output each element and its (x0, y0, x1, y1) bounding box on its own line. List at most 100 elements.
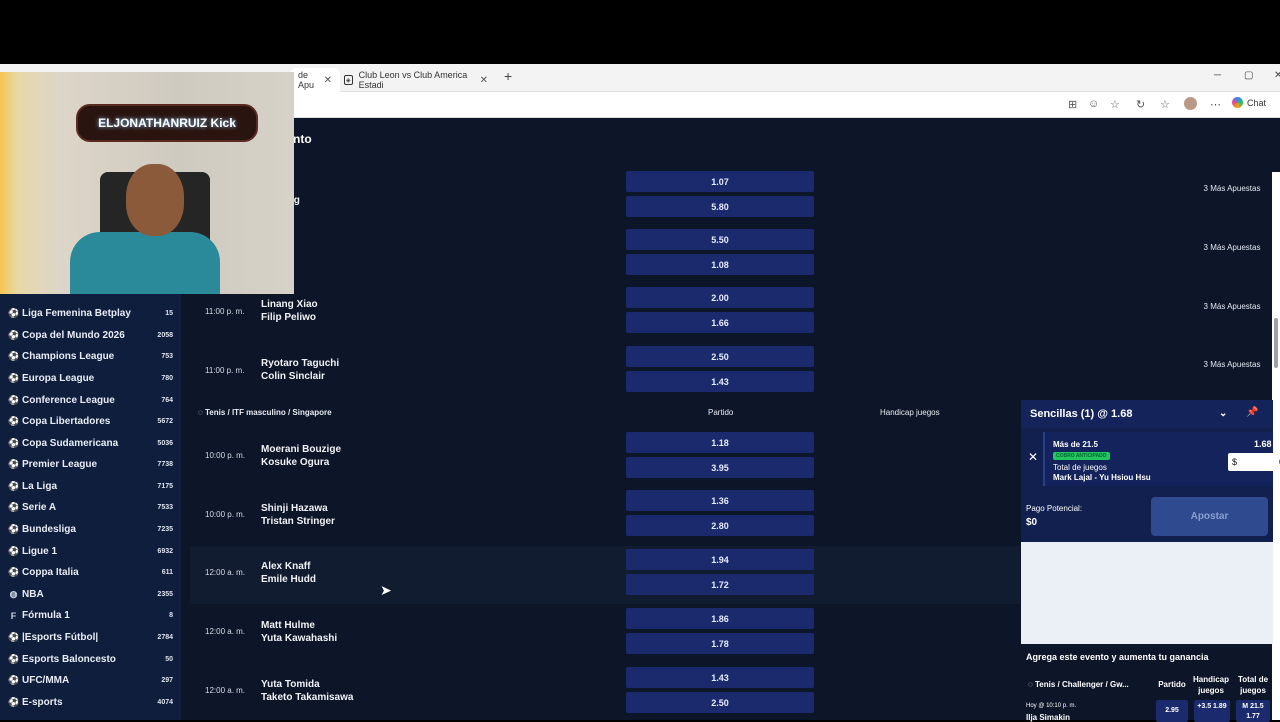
sidebar-item-conference[interactable]: ⚽ Conference League 764 (8, 390, 173, 411)
place-bet-button[interactable]: Apostar (1151, 497, 1268, 536)
tennis-icon: ◌ (198, 408, 205, 417)
odd-button[interactable]: 1.66 (626, 312, 814, 333)
section-title: nto (293, 132, 312, 146)
sidebar-item-count: 7533 (157, 504, 173, 511)
promo-col-partido: Partido (1158, 680, 1186, 689)
odd-button[interactable]: 2.50 (626, 346, 814, 367)
maximize-icon[interactable]: ▢ (1244, 70, 1253, 81)
sidebar-item-la-liga[interactable]: ⚽ La Liga 7175 (8, 476, 173, 497)
favorites-icon[interactable]: ☆ (1160, 98, 1170, 111)
sidebar-item-count: 15 (165, 310, 173, 317)
promo-odd-button[interactable]: M 21.5 1.77 (1236, 700, 1270, 722)
more-icon[interactable]: ⋯ (1210, 98, 1221, 111)
minimize-icon[interactable]: ─ (1214, 70, 1221, 81)
close-tab-icon[interactable]: ✕ (324, 75, 332, 86)
odd-button[interactable]: 1.86 (626, 608, 814, 629)
odd-button[interactable]: 1.94 (626, 549, 814, 570)
sidebar-item-libertadores[interactable]: ⚽ Copa Libertadores 5672 (8, 411, 173, 432)
odd-button[interactable]: 1.08 (626, 254, 814, 275)
sidebar-item-esports-baloncesto[interactable]: ⚽ Esports Baloncesto 50 (8, 649, 173, 670)
app-grid-icon[interactable]: ⊞ (1068, 98, 1077, 111)
pin-icon[interactable]: 📌 (1246, 407, 1258, 418)
sidebar-item-serie-a[interactable]: ⚽ Serie A 7533 (8, 497, 173, 518)
soccer-ball-icon: ⚽ (8, 502, 20, 512)
emoji-icon[interactable]: ☺ (1088, 98, 1099, 110)
cashout-badge: COBRO ANTICIPADO (1053, 452, 1110, 460)
odd-button[interactable]: 2.80 (626, 515, 814, 536)
soccer-ball-icon: ⚽ (8, 459, 20, 469)
sidebar-item-copa-mundo[interactable]: ⚽ Copa del Mundo 2026 2058 (8, 325, 173, 346)
soccer-ball-icon: ⚽ (8, 567, 20, 577)
sidebar-item-premier[interactable]: ⚽ Premier League 7738 (8, 454, 173, 475)
odd-button[interactable]: 1.72 (626, 574, 814, 595)
tab-club-leon[interactable]: ◈ Club Leon vs Club America Estadi ✕ (336, 68, 496, 92)
sidebar-item-e-sports[interactable]: ⚽ E-sports 4074 (8, 692, 173, 713)
chevron-down-icon[interactable]: ⌄ (1219, 408, 1227, 419)
more-bets-link[interactable]: 3 Más Apuestas (1200, 302, 1264, 312)
promo-odd-button[interactable]: +3.5 1.89 (1194, 700, 1230, 722)
sidebar-item-bundesliga[interactable]: ⚽ Bundesliga 7235 (8, 519, 173, 540)
refresh-icon[interactable]: ↻ (1136, 98, 1145, 111)
odd-button[interactable]: 1.43 (626, 667, 814, 688)
sidebar-item-label: Esports Baloncesto (22, 654, 116, 665)
sidebar-item-esports-futbol[interactable]: ⚽ |Esports Fútbol| 2784 (8, 627, 173, 648)
sidebar-item-count: 2355 (157, 591, 173, 598)
odd-button[interactable]: 1.43 (626, 371, 814, 392)
more-bets-link[interactable]: 3 Más Apuestas (1200, 184, 1264, 194)
page-scrollbar[interactable] (1272, 172, 1280, 720)
match-time: 12:00 a. m. (205, 627, 246, 636)
sidebar-item-europa[interactable]: ⚽ Europa League 780 (8, 368, 173, 389)
sidebar-item-label: La Liga (22, 481, 58, 492)
bet-slip-header[interactable]: Sencillas (1) @ 1.68 ⌄ 📌 (1021, 400, 1273, 428)
sidebar-item-ufc-mma[interactable]: ⚽ UFC/MMA 297 (8, 670, 173, 691)
sidebar-item-label: Copa Libertadores (22, 416, 111, 427)
sidebar-item-ligue-1[interactable]: ⚽ Ligue 1 6932 (8, 541, 173, 562)
player-1: Ryotaro Taguchi (261, 358, 340, 369)
sidebar-item-nba[interactable]: ◍ NBA 2355 (8, 584, 173, 605)
stake-input[interactable]: $ 0 (1228, 453, 1280, 471)
odd-button[interactable]: 2.50 (626, 692, 814, 713)
close-tab-icon[interactable]: ✕ (480, 75, 488, 86)
bet-slip-title: Sencillas (1) @ 1.68 (1030, 408, 1133, 420)
odd-button[interactable]: 1.78 (626, 633, 814, 654)
sidebar-item-count: 4074 (157, 699, 173, 706)
odd-button[interactable]: 3.95 (626, 457, 814, 478)
new-tab-button[interactable]: + (504, 68, 512, 84)
tab-label: de Apu (298, 70, 315, 90)
odd-button[interactable]: 5.80 (626, 196, 814, 217)
promo-category[interactable]: ◌ Tenis / Challenger / Gw... (1028, 679, 1129, 690)
odd-button[interactable]: 1.07 (626, 171, 814, 192)
sidebar-item-formula-1[interactable]: F Fórmula 1 8 (8, 605, 173, 626)
chat-button[interactable]: Chat (1232, 97, 1266, 108)
sidebar-item-champions[interactable]: ⚽ Champions League 753 (8, 346, 173, 367)
odd-button[interactable]: 1.18 (626, 432, 814, 453)
column-header-handicap: Handicap juegos (880, 408, 940, 417)
scrollbar-thumb[interactable] (1274, 318, 1278, 368)
sidebar-item-count: 780 (161, 375, 173, 382)
close-window-icon[interactable]: ✕ (1274, 70, 1280, 81)
soccer-ball-icon: ⚽ (8, 697, 20, 707)
odd-button[interactable]: 1.36 (626, 490, 814, 511)
sidebar-item-count: 764 (161, 397, 173, 404)
sidebar-item-sudamericana[interactable]: ⚽ Copa Sudamericana 5036 (8, 433, 173, 454)
video-top-bar (0, 0, 1280, 64)
odd-button[interactable]: 2.00 (626, 287, 814, 308)
category-title[interactable]: ◌ Tenis / ITF masculino / Singapore (198, 408, 332, 417)
odd-button[interactable]: 5.50 (626, 229, 814, 250)
player-1: Moerani Bouzige (261, 444, 342, 455)
promo-match-time: Hoy @ 10:10 p. m. (1026, 703, 1077, 709)
promo-odd-button[interactable]: 2.95 (1156, 700, 1188, 722)
match-row: 12:00 a. m. Matt Hulme Yuta Kawahashi (190, 606, 1020, 664)
neon-sign: ELJONATHANRUIZ Kick (76, 104, 258, 142)
sidebar-item-coppa-italia[interactable]: ⚽ Coppa Italia 611 (8, 562, 173, 583)
bet-slip-body: ✕ Más de 21.5 COBRO ANTICIPADO Total de … (1021, 428, 1280, 542)
sidebar-item-liga-femenina[interactable]: ⚽ Liga Femenina Betplay 15 (8, 303, 173, 324)
remove-bet-icon[interactable]: ✕ (1028, 450, 1038, 464)
tab-active[interactable]: de Apu ✕ (290, 68, 340, 92)
more-bets-link[interactable]: 3 Más Apuestas (1200, 243, 1264, 253)
copilot-icon (1232, 97, 1243, 108)
star-icon[interactable]: ☆ (1110, 98, 1120, 111)
more-bets-link[interactable]: 3 Más Apuestas (1200, 360, 1264, 370)
match-row: 12:00 a. m. Yuta Tomida Taketo Takamisaw… (190, 664, 1020, 722)
profile-avatar[interactable] (1184, 97, 1197, 110)
